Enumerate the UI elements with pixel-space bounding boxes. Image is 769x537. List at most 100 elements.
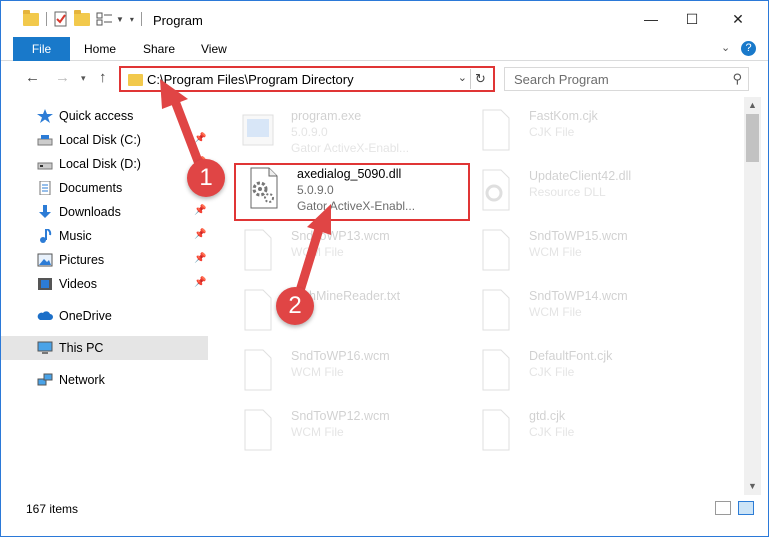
separator bbox=[140, 12, 142, 26]
back-arrow-icon[interactable]: ← bbox=[25, 69, 40, 86]
sidebar-item-this-pc[interactable]: This PC bbox=[1, 336, 208, 360]
sidebar-item-pictures[interactable]: Pictures 📌 bbox=[1, 248, 208, 272]
pin-icon[interactable]: 📌 bbox=[194, 253, 206, 264]
sidebar-item-quick-access[interactable]: Quick access bbox=[1, 104, 208, 128]
up-arrow-icon[interactable]: ↑ bbox=[99, 69, 107, 86]
properties-icon[interactable] bbox=[54, 11, 68, 27]
star-icon bbox=[37, 109, 53, 123]
details-view-icon[interactable] bbox=[715, 501, 731, 515]
file-tile[interactable]: RichMineReader.txt bbox=[221, 283, 451, 341]
address-bar[interactable]: C:\Program Files\Program Directory ⌄ ↻ bbox=[119, 66, 495, 92]
document-file-icon bbox=[482, 349, 510, 391]
folder-icon bbox=[128, 74, 143, 86]
qa-dropdown-icon[interactable]: ▼ bbox=[116, 15, 124, 24]
file-type: CJK File bbox=[529, 425, 575, 439]
file-tile[interactable]: SndToWP14.wcm WCM File bbox=[459, 283, 689, 341]
exe-file-icon bbox=[242, 114, 274, 146]
highlighted-file-tile[interactable]: axedialog_5090.dll 5.0.9.0 Gator ActiveX… bbox=[234, 163, 470, 221]
tab-home[interactable]: Home bbox=[84, 42, 116, 56]
file-type: WCM File bbox=[291, 425, 344, 439]
vertical-scrollbar[interactable]: ▲ ▼ bbox=[744, 97, 761, 495]
sidebar-item-label: Pictures bbox=[59, 253, 105, 267]
minimize-button[interactable]: — bbox=[628, 1, 674, 37]
refresh-icon[interactable]: ↻ bbox=[470, 69, 490, 89]
sidebar-item-downloads[interactable]: Downloads 📌 bbox=[1, 200, 208, 224]
pin-icon[interactable]: 📌 bbox=[194, 277, 206, 288]
dll-file-icon bbox=[250, 167, 278, 209]
drive-icon bbox=[37, 162, 53, 170]
file-tile[interactable]: SndToWP15.wcm WCM File bbox=[459, 223, 689, 281]
maximize-button[interactable]: ☐ bbox=[669, 1, 715, 37]
forward-arrow-icon[interactable]: → bbox=[55, 69, 70, 86]
search-input[interactable]: Search Program bbox=[514, 72, 609, 87]
file-tile[interactable]: SndToWP13.wcm WCM File bbox=[221, 223, 451, 281]
recent-locations-icon[interactable]: ▾ bbox=[81, 73, 86, 84]
sidebar-item-label: Videos bbox=[59, 277, 97, 291]
file-name: axedialog_5090.dll bbox=[297, 167, 402, 181]
file-tile[interactable]: program.exe 5.0.9.0 Gator ActiveX-Enabl.… bbox=[221, 103, 451, 161]
pin-icon[interactable]: 📌 bbox=[194, 229, 206, 240]
sidebar-item-label: Local Disk (D:) bbox=[59, 157, 141, 171]
explorer-window: ▼ ▾ Program — ☐ ✕ File Home Share View ⌄… bbox=[0, 0, 769, 537]
new-folder-icon[interactable] bbox=[74, 9, 90, 26]
file-tile[interactable]: FastKom.cjk CJK File bbox=[459, 103, 689, 161]
scrollbar-thumb[interactable] bbox=[746, 114, 759, 162]
file-tile[interactable]: UpdateClient42.dll Resource DLL bbox=[459, 163, 689, 221]
customize-qa-icon[interactable]: ▾ bbox=[130, 15, 134, 24]
file-type: WCM File bbox=[529, 245, 582, 259]
expand-ribbon-icon[interactable]: ⌄ bbox=[721, 41, 730, 54]
title-bar: ▼ ▾ Program — ☐ ✕ bbox=[1, 1, 768, 37]
search-box[interactable]: Search Program ⚲ bbox=[504, 67, 749, 91]
file-tile[interactable]: gtd.cjk CJK File bbox=[459, 403, 689, 461]
file-tile-dll[interactable]: axedialog_5090.dll 5.0.9.0 Gator ActiveX… bbox=[227, 161, 457, 219]
download-icon bbox=[39, 205, 51, 218]
help-icon[interactable]: ? bbox=[741, 41, 756, 56]
address-dropdown-icon[interactable]: ⌄ bbox=[458, 71, 467, 84]
large-icons-view-icon[interactable] bbox=[738, 501, 754, 515]
file-name: SndToWP15.wcm bbox=[529, 229, 628, 243]
step-2-badge: 2 bbox=[276, 287, 314, 325]
sidebar-item-network[interactable]: Network bbox=[1, 368, 208, 392]
pin-icon[interactable]: 📌 bbox=[194, 133, 206, 144]
sidebar-item-music[interactable]: Music 📌 bbox=[1, 224, 208, 248]
file-tile[interactable]: SndToWP16.wcm WCM File bbox=[221, 343, 451, 401]
sidebar-item-label: This PC bbox=[59, 341, 104, 355]
file-description: Gator ActiveX-Enabl... bbox=[297, 199, 416, 213]
tab-share[interactable]: Share bbox=[143, 42, 175, 56]
address-path[interactable]: C:\Program Files\Program Directory bbox=[147, 72, 354, 87]
cloud-icon bbox=[37, 311, 53, 320]
tab-file[interactable]: File bbox=[13, 37, 70, 61]
sidebar-item-onedrive[interactable]: OneDrive bbox=[1, 304, 208, 328]
file-tile[interactable]: SndToWP12.wcm WCM File bbox=[221, 403, 451, 461]
document-file-icon bbox=[482, 109, 510, 151]
sidebar-item-local-disk-d[interactable]: Local Disk (D:) 📌 bbox=[1, 152, 208, 176]
file-name: SndToWP13.wcm bbox=[291, 229, 390, 243]
file-name: SndToWP12.wcm bbox=[291, 409, 390, 423]
file-type: Resource DLL bbox=[529, 185, 606, 199]
document-file-icon bbox=[482, 289, 510, 331]
quick-access-toolbar: ▼ ▾ bbox=[23, 9, 149, 27]
file-name: DefaultFont.cjk bbox=[529, 349, 613, 363]
document-file-icon bbox=[244, 349, 272, 391]
file-tile[interactable]: DefaultFont.cjk CJK File bbox=[459, 343, 689, 401]
file-type: CJK File bbox=[529, 365, 575, 379]
document-file-icon bbox=[244, 409, 272, 451]
folder-icon bbox=[23, 9, 39, 26]
view-options-icon[interactable] bbox=[96, 12, 114, 26]
sidebar-item-documents[interactable]: Documents 📌 bbox=[1, 176, 208, 200]
file-name: gtd.cjk bbox=[529, 409, 566, 423]
drive-icon bbox=[37, 135, 53, 146]
document-file-icon bbox=[244, 229, 272, 271]
pin-icon[interactable]: 📌 bbox=[194, 205, 206, 216]
tab-view[interactable]: View bbox=[201, 42, 227, 56]
computer-icon bbox=[37, 341, 53, 354]
sidebar-item-videos[interactable]: Videos 📌 bbox=[1, 272, 208, 296]
close-button[interactable]: ✕ bbox=[715, 1, 761, 37]
file-version: 5.0.9.0 bbox=[297, 183, 334, 197]
file-type: WCM File bbox=[291, 365, 344, 379]
sidebar-item-label: Network bbox=[59, 373, 105, 387]
scroll-up-icon[interactable]: ▲ bbox=[744, 97, 761, 114]
separator bbox=[46, 12, 47, 26]
scroll-down-icon[interactable]: ▼ bbox=[744, 478, 761, 495]
sidebar-item-local-disk-c[interactable]: Local Disk (C:) 📌 bbox=[1, 128, 208, 152]
